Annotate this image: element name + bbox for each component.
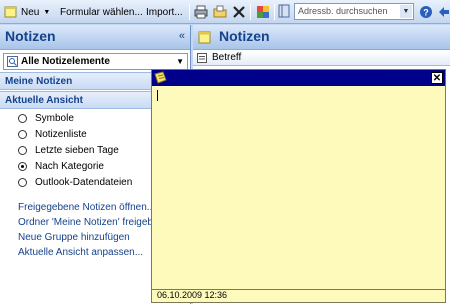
view-option-letzte-sieben-tage[interactable]: Letzte sieben Tage bbox=[18, 143, 119, 157]
choose-form-button[interactable]: Formular wählen... bbox=[60, 4, 143, 20]
notes-filter-value: Alle Notizelemente bbox=[21, 56, 110, 67]
view-option-outlook-datendateien[interactable]: Outlook-Datendateien bbox=[18, 175, 132, 189]
chevron-down-icon[interactable]: ▼ bbox=[400, 5, 412, 18]
note-footer: 06.10.2009 12:36 bbox=[152, 289, 445, 302]
delete-button[interactable] bbox=[232, 4, 246, 20]
radio-button[interactable] bbox=[18, 177, 27, 187]
print-button[interactable] bbox=[194, 4, 208, 20]
link-open-shared-notes[interactable]: Freigegebene Notizen öffnen... bbox=[18, 202, 155, 213]
column-header-subject-label: Betreff bbox=[212, 52, 242, 63]
radio-button[interactable] bbox=[18, 113, 27, 123]
column-header-subject[interactable]: Betreff bbox=[193, 51, 450, 66]
radio-button-selected[interactable] bbox=[18, 161, 27, 171]
link-add-new-group[interactable]: Neue Gruppe hinzufügen bbox=[18, 232, 130, 243]
note-menu-icon[interactable] bbox=[154, 71, 167, 84]
help-button[interactable]: ? bbox=[419, 4, 433, 20]
view-option-label: Symbole bbox=[35, 112, 74, 124]
view-option-nach-kategorie[interactable]: Nach Kategorie bbox=[18, 159, 104, 173]
navigation-pane-title: Notizen bbox=[5, 28, 56, 44]
svg-text:?: ? bbox=[423, 8, 429, 18]
radio-button[interactable] bbox=[18, 129, 27, 139]
text-cursor bbox=[157, 90, 158, 101]
note-timestamp: 06.10.2009 12:36 bbox=[157, 290, 228, 300]
view-option-symbole[interactable]: Symbole bbox=[18, 111, 74, 125]
notes-folder-icon bbox=[7, 56, 18, 67]
collapse-pane-icon[interactable]: « bbox=[179, 30, 185, 42]
note-window[interactable]: ✕ 06.10.2009 12:36 bbox=[151, 69, 446, 303]
address-book-search-input[interactable]: Adressb. durchsuchen ▼ bbox=[294, 3, 414, 20]
chevron-down-icon[interactable]: ▼ bbox=[176, 57, 184, 66]
section-my-notes-label: Meine Notizen bbox=[5, 76, 73, 87]
printer-icon bbox=[194, 5, 208, 19]
categorize-button[interactable] bbox=[256, 4, 270, 20]
move-to-folder-icon bbox=[213, 5, 227, 18]
choose-form-label: Formular wählen... bbox=[60, 6, 143, 18]
help-icon: ? bbox=[420, 6, 432, 18]
notes-list-title: Notizen bbox=[219, 28, 270, 44]
address-book-icon[interactable] bbox=[277, 4, 291, 18]
link-share-my-notes[interactable]: Ordner 'Meine Notizen' freigeben bbox=[18, 217, 164, 228]
view-option-label: Nach Kategorie bbox=[35, 160, 104, 172]
close-icon[interactable]: ✕ bbox=[431, 72, 443, 84]
view-option-label: Notizenliste bbox=[35, 128, 87, 140]
address-book-search-placeholder: Adressb. durchsuchen bbox=[298, 6, 388, 16]
notes-list-header: Notizen bbox=[193, 25, 450, 50]
import-button[interactable]: Import... bbox=[146, 4, 183, 20]
delete-x-icon bbox=[233, 6, 245, 18]
sync-button[interactable] bbox=[437, 4, 450, 20]
radio-button[interactable] bbox=[18, 145, 27, 155]
view-option-label: Outlook-Datendateien bbox=[35, 176, 133, 188]
section-current-view-label: Aktuelle Ansicht bbox=[5, 95, 83, 106]
view-option-label: Letzte sieben Tage bbox=[35, 144, 119, 156]
note-icon bbox=[197, 53, 207, 63]
new-note-icon bbox=[4, 6, 17, 18]
note-titlebar[interactable]: ✕ bbox=[152, 70, 445, 86]
import-label: Import... bbox=[146, 6, 183, 18]
navigation-pane-header: Notizen « bbox=[0, 25, 190, 50]
notes-filter-dropdown[interactable]: Alle Notizelemente ▼ bbox=[3, 53, 188, 70]
link-customize-current-view[interactable]: Aktuelle Ansicht anpassen... bbox=[18, 247, 143, 258]
toolbar-separator bbox=[189, 4, 190, 20]
toolbar: Neu ▼ Formular wählen... Import... Adres… bbox=[0, 0, 450, 24]
new-button[interactable]: Neu ▼ bbox=[4, 4, 50, 20]
move-button[interactable] bbox=[213, 4, 227, 20]
categorize-icon bbox=[257, 6, 269, 18]
sync-arrows-icon bbox=[439, 7, 449, 17]
new-dropdown-icon[interactable]: ▼ bbox=[43, 9, 50, 16]
toolbar-separator bbox=[250, 4, 251, 20]
new-label: Neu bbox=[21, 6, 40, 18]
view-option-notizenliste[interactable]: Notizenliste bbox=[18, 127, 87, 141]
notes-folder-icon bbox=[198, 31, 211, 44]
toolbar-separator bbox=[274, 4, 275, 20]
